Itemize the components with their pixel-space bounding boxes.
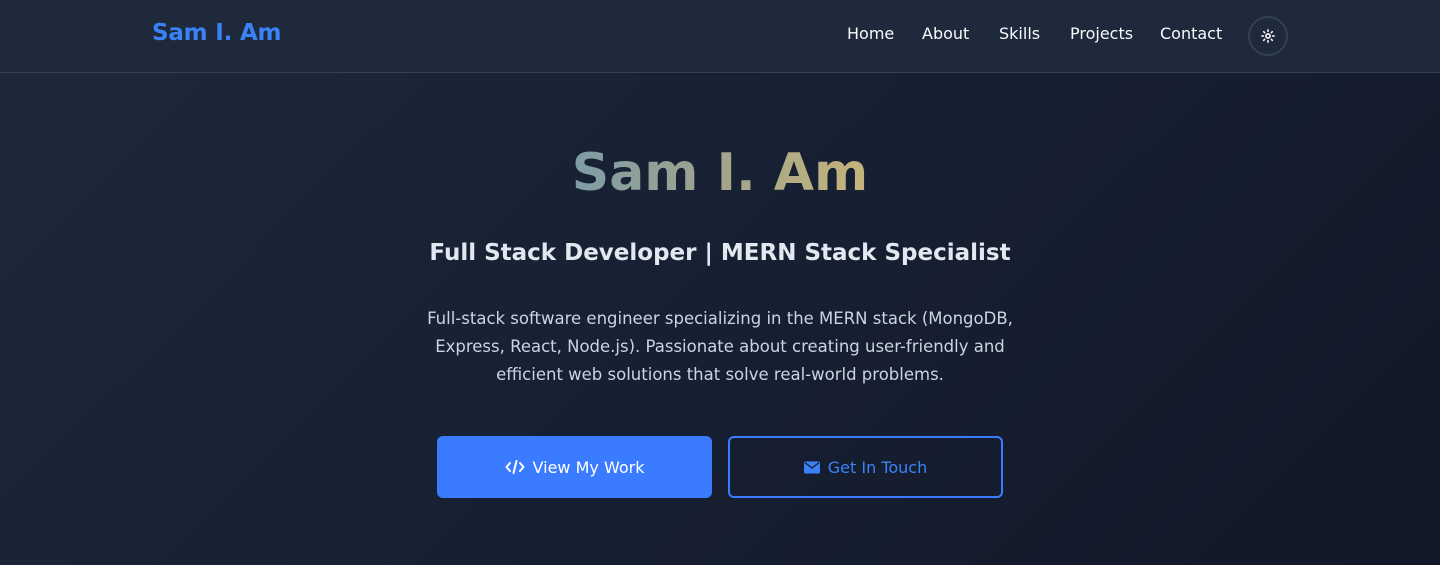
get-in-touch-button[interactable]: Get In Touch [728, 436, 1003, 498]
hero-title-wrapper: Sam I. Am [0, 140, 1440, 206]
code-icon [505, 459, 525, 475]
navbar: Sam I. Am Home About Skills Projects Con… [0, 0, 1440, 73]
nav-link-skills[interactable]: Skills [999, 24, 1040, 43]
get-in-touch-label: Get In Touch [827, 457, 928, 477]
sun-icon [1261, 29, 1275, 43]
hero-subtitle: Full Stack Developer | MERN Stack Specia… [429, 240, 1011, 266]
hero-title: Sam I. Am [572, 140, 868, 206]
hero-description: Full-stack software engineer specializin… [427, 309, 1013, 384]
nav-link-about[interactable]: About [922, 24, 969, 43]
view-my-work-button[interactable]: View My Work [437, 436, 712, 498]
nav-link-contact[interactable]: Contact [1160, 24, 1222, 43]
view-my-work-label: View My Work [532, 457, 645, 477]
nav-link-projects[interactable]: Projects [1070, 24, 1133, 43]
theme-toggle-button[interactable] [1248, 16, 1288, 56]
nav-link-home[interactable]: Home [847, 24, 894, 43]
page: Sam I. Am Home About Skills Projects Con… [0, 0, 1440, 565]
envelope-icon [803, 461, 820, 474]
nav-links: Home About Skills Projects Contact [0, 24, 1440, 48]
